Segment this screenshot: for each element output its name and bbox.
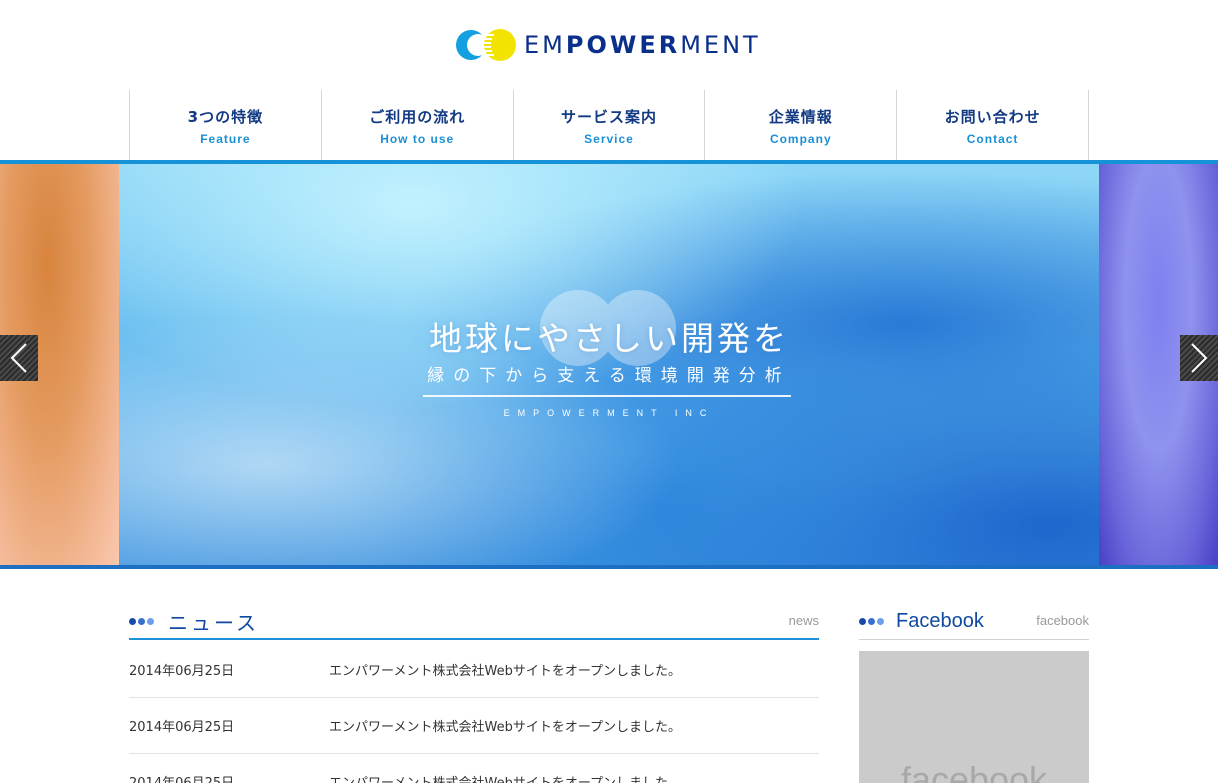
nav-label-en: Service <box>584 131 634 146</box>
nav-label-jp: ご利用の流れ <box>369 107 466 126</box>
nav-label-jp: サービス案内 <box>560 107 657 126</box>
facebook-title: Facebook <box>896 610 984 632</box>
facebook-placeholder: facebook <box>900 759 1048 783</box>
nav-label-jp: お問い合わせ <box>944 107 1041 126</box>
nav-label-jp: 3つの特徴 <box>187 107 264 126</box>
nav-item-contact[interactable]: お問い合わせ Contact <box>897 90 1089 161</box>
site-logo[interactable]: EMPOWERMENT <box>454 28 761 62</box>
site-header: EMPOWERMENT <box>0 0 1218 90</box>
news-date: 2014年06月25日 <box>129 772 329 783</box>
hero-divider <box>423 395 791 397</box>
nav-item-service[interactable]: サービス案内 Service <box>514 90 706 161</box>
slider-prev-button[interactable] <box>0 335 38 381</box>
facebook-widget[interactable]: facebook <box>859 651 1089 783</box>
news-label-en: news <box>788 613 819 628</box>
chevron-left-icon <box>10 343 27 373</box>
logo-mark-icon <box>456 29 516 61</box>
nav-label-en: Contact <box>966 131 1019 146</box>
slider-bottom-border <box>0 565 1218 569</box>
news-header: ニュース news <box>129 604 819 640</box>
facebook-label-en: facebook <box>1036 613 1089 628</box>
news-date: 2014年06月25日 <box>129 720 235 735</box>
nav-item-how-to-use[interactable]: ご利用の流れ How to use <box>322 90 514 161</box>
dots-icon <box>859 618 886 625</box>
news-item: 2014年06月25日 エンパワーメント株式会社Webサイトをオープンしました。 <box>129 754 819 783</box>
nav-label-en: Company <box>769 131 832 146</box>
news-item: 2014年06月25日 エンパワーメント株式会社Webサイトをオープンしました。 <box>129 698 819 754</box>
hero-brand: EMPOWERMENT INC <box>503 408 715 418</box>
nav-label-en: How to use <box>380 131 455 146</box>
hero-subtitle: 縁の下から支える環境開発分析 <box>427 366 791 386</box>
logo-wordmark: EMPOWERMENT <box>524 31 761 59</box>
news-link[interactable]: エンパワーメント株式会社Webサイトをオープンしました。 <box>329 660 681 679</box>
news-link[interactable]: エンパワーメント株式会社Webサイトをオープンしました。 <box>329 772 681 783</box>
chevron-right-icon <box>1191 343 1208 373</box>
hero-slider: 地球にやさしい開発を 縁の下から支える環境開発分析 EMPOWERMENT IN… <box>0 164 1218 565</box>
news-link[interactable]: エンパワーメント株式会社Webサイトをオープンしました。 <box>329 716 681 735</box>
nav-item-company[interactable]: 企業情報 Company <box>705 90 898 161</box>
nav-label-jp: 企業情報 <box>768 107 833 126</box>
hero-title: 地球にやさしい開発を <box>429 319 789 358</box>
news-date: 2014年06月25日 <box>129 664 235 679</box>
slider-next-button[interactable] <box>1180 335 1218 381</box>
news-title: ニュース <box>168 610 259 635</box>
nav-label-en: Feature <box>200 131 251 146</box>
global-nav: 3つの特徴 Feature ご利用の流れ How to use サービス案内 S… <box>129 90 1089 161</box>
news-list: 2014年06月25日 エンパワーメント株式会社Webサイトをオープンしました。… <box>129 642 819 783</box>
news-item: 2014年06月25日 エンパワーメント株式会社Webサイトをオープンしました。 <box>129 642 819 698</box>
facebook-header: Facebook facebook <box>859 604 1089 640</box>
dots-icon <box>129 617 156 625</box>
nav-item-feature[interactable]: 3つの特徴 Feature <box>130 90 322 161</box>
